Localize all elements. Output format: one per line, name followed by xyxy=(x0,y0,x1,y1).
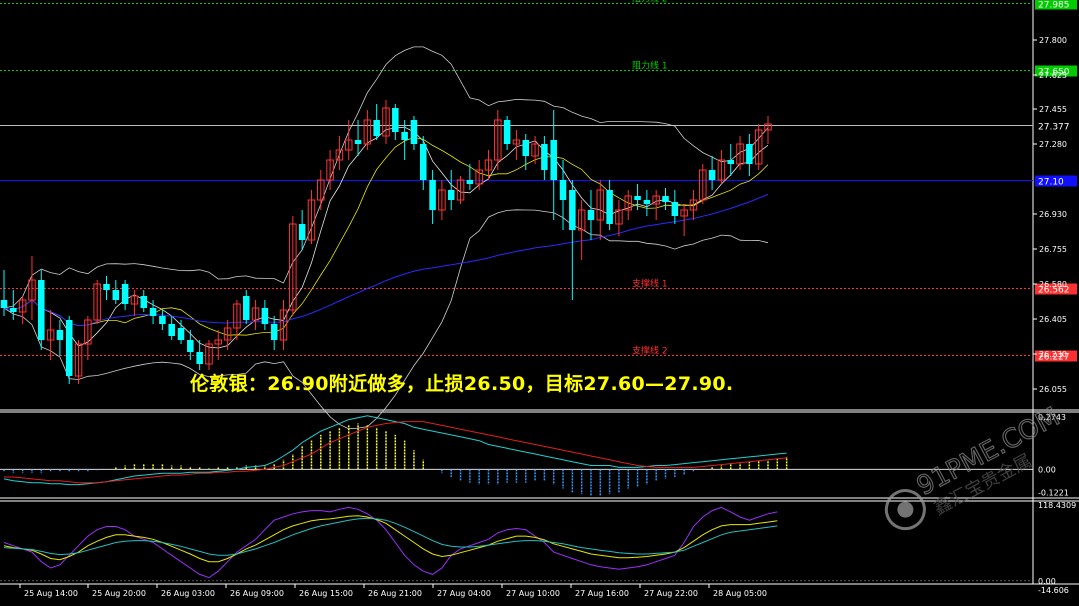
time-tick-label: 28 Aug 05:00 xyxy=(713,589,767,598)
level-name: 阻力线 2 xyxy=(632,0,668,5)
price-tick-label: 26.405 xyxy=(1039,315,1067,324)
candle-body xyxy=(196,352,203,364)
osc-tick-label: -14.606 xyxy=(1038,586,1069,595)
candle-body xyxy=(503,120,511,144)
time-tick-label: 27 Aug 10:00 xyxy=(506,589,560,598)
level-tag-label: 27.377 xyxy=(1038,123,1070,133)
candle-body xyxy=(392,108,399,132)
candle-body xyxy=(671,202,679,216)
candle-body xyxy=(103,284,110,290)
osc-tick-label: 118.4309 xyxy=(1038,501,1076,510)
time-tick-label: 26 Aug 09:00 xyxy=(230,589,284,598)
time-tick-label: 27 Aug 04:00 xyxy=(437,589,491,598)
price-tick-label: 26.930 xyxy=(1039,210,1067,219)
candle-body xyxy=(149,308,157,316)
candle-body xyxy=(168,324,175,336)
candle-body xyxy=(270,324,278,340)
candle-body xyxy=(0,300,8,308)
osc-tick-label: 0.00 xyxy=(1038,577,1056,586)
candle-body xyxy=(708,170,716,180)
price-tick-label: 26.580 xyxy=(1039,280,1067,289)
time-tick-label: 26 Aug 15:00 xyxy=(299,589,353,598)
time-tick-label: 27 Aug 16:00 xyxy=(575,589,629,598)
candle-body xyxy=(522,140,530,156)
candle-body xyxy=(550,140,557,180)
candle-body xyxy=(410,120,418,144)
candle-body xyxy=(587,210,595,220)
candle-body xyxy=(541,144,548,170)
candle-body xyxy=(559,180,567,200)
candle-body xyxy=(746,144,753,164)
candle-body xyxy=(727,160,734,164)
candle-body xyxy=(56,330,64,340)
chart-window: 27.985阻力线 227.650阻力线 127.37727.1026.562支… xyxy=(0,0,1079,602)
candle-body xyxy=(354,140,362,144)
price-tick-label: 27.280 xyxy=(1039,140,1067,149)
candle-body xyxy=(447,190,455,200)
candle-body xyxy=(112,290,120,300)
level-name: 支撑线 1 xyxy=(632,278,668,290)
candle-body xyxy=(140,296,148,308)
candle-body xyxy=(466,180,474,184)
candle-body xyxy=(429,180,436,210)
price-tick-label: 27.455 xyxy=(1039,105,1067,114)
price-tick-label: 27.800 xyxy=(1039,36,1067,45)
price-tick-label: 26.230 xyxy=(1039,350,1067,359)
level-tag-label: 27.985 xyxy=(1038,1,1070,11)
candle-body xyxy=(298,224,306,240)
candle-body xyxy=(261,308,269,324)
candle-body xyxy=(10,308,17,312)
candle-body xyxy=(606,190,613,224)
price-tick-label: 26.755 xyxy=(1039,245,1067,254)
candle-body xyxy=(187,340,194,352)
time-tick-label: 26 Aug 03:00 xyxy=(161,589,215,598)
candle-body xyxy=(662,196,669,202)
level-name: 支撑线 2 xyxy=(632,345,668,357)
time-tick-label: 25 Aug 14:00 xyxy=(24,589,78,598)
level-name: 阻力线 1 xyxy=(632,60,668,72)
candle-body xyxy=(569,190,576,230)
candle-body xyxy=(121,284,129,304)
candle-body xyxy=(373,120,380,136)
price-tick-label: 27.625 xyxy=(1039,71,1067,80)
level-tag-label: 27.10 xyxy=(1038,178,1064,188)
time-tick-label: 25 Aug 20:00 xyxy=(92,589,146,598)
candle-body xyxy=(401,132,408,140)
time-tick-label: 26 Aug 21:00 xyxy=(368,589,422,598)
candle-body xyxy=(177,328,185,340)
candle-body xyxy=(634,196,641,200)
candle-body xyxy=(159,316,166,324)
candle-body xyxy=(65,320,73,376)
candle-body xyxy=(643,200,651,204)
time-tick-label: 27 Aug 22:00 xyxy=(644,589,698,598)
analysis-note: 伦敦银：26.90附近做多，止损26.50，目标27.60—27.90. xyxy=(190,373,734,395)
candle-body xyxy=(38,280,45,340)
watermark-dot-icon xyxy=(897,501,914,518)
candle-body xyxy=(420,144,427,180)
candle-body xyxy=(242,296,250,320)
